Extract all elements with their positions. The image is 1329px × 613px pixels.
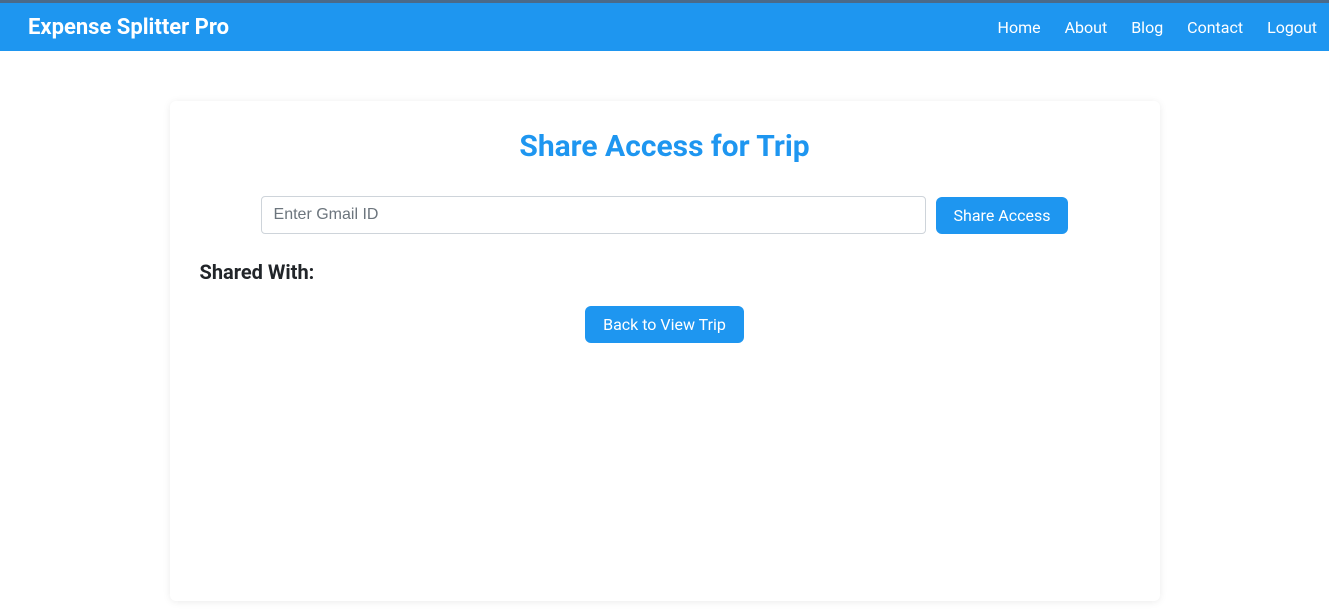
back-to-view-trip-button[interactable]: Back to View Trip (585, 306, 744, 343)
nav-link-about[interactable]: About (1065, 18, 1108, 37)
back-row: Back to View Trip (200, 306, 1130, 343)
card: Share Access for Trip Share Access Share… (170, 101, 1160, 601)
nav-link-home[interactable]: Home (998, 18, 1041, 37)
share-access-button[interactable]: Share Access (936, 197, 1069, 234)
email-input[interactable] (261, 196, 926, 234)
main-container: Share Access for Trip Share Access Share… (155, 101, 1175, 601)
page-title: Share Access for Trip (200, 129, 1130, 164)
share-form-row: Share Access (200, 196, 1130, 234)
nav-link-logout[interactable]: Logout (1267, 18, 1317, 37)
nav-link-blog[interactable]: Blog (1131, 18, 1163, 37)
shared-with-label: Shared With: (200, 260, 1130, 284)
navbar: Expense Splitter Pro Home About Blog Con… (0, 3, 1329, 51)
nav-link-contact[interactable]: Contact (1187, 18, 1243, 37)
navbar-nav: Home About Blog Contact Logout (998, 18, 1317, 37)
navbar-brand[interactable]: Expense Splitter Pro (28, 15, 229, 40)
